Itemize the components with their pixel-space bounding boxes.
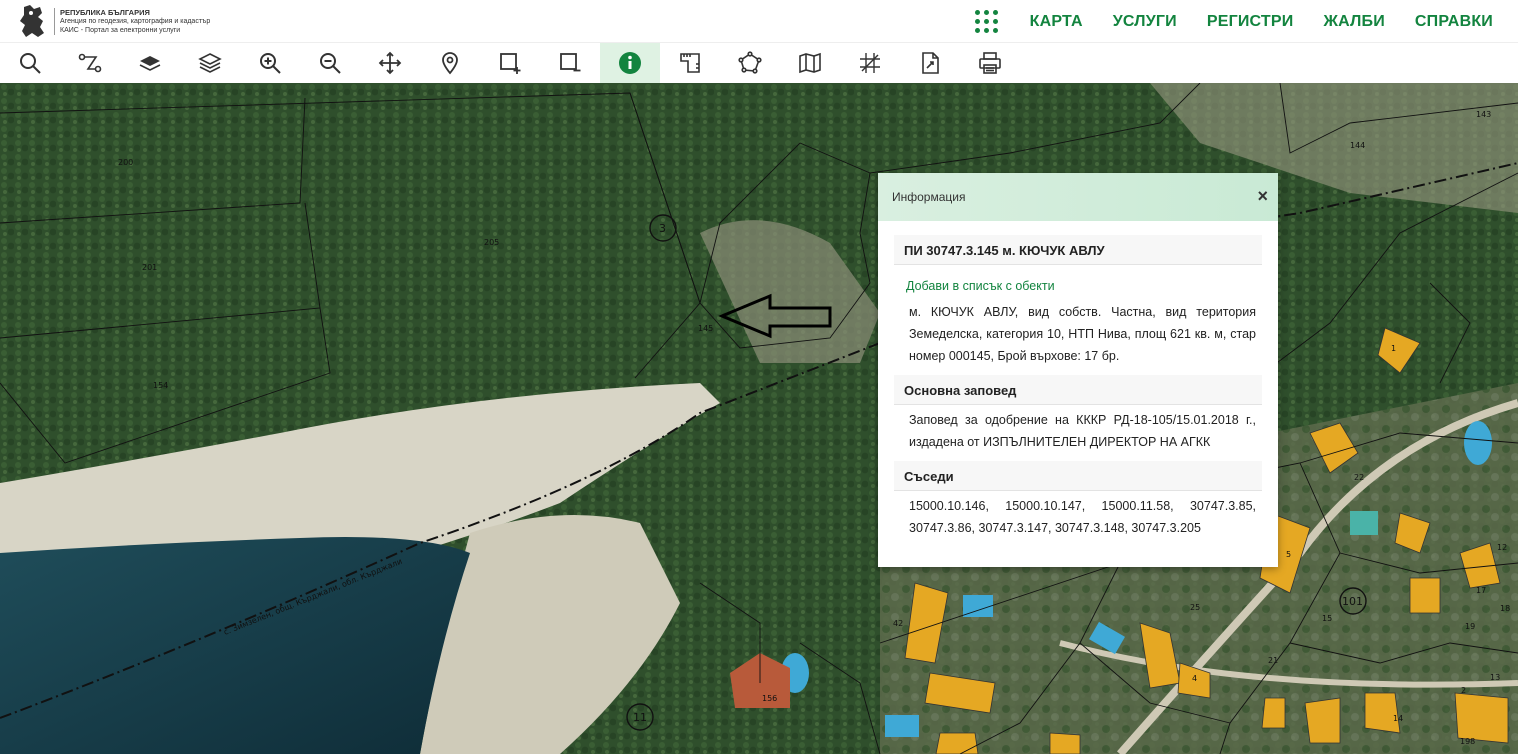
pool: [1464, 421, 1492, 465]
close-icon[interactable]: ×: [1257, 187, 1268, 205]
map-icon: [799, 52, 821, 74]
lion-emblem-icon: [20, 5, 44, 37]
add-to-list-link[interactable]: Добави в списък с обекти: [894, 265, 1262, 297]
apps-grid-icon[interactable]: [974, 9, 999, 34]
parcel-label: 25: [1190, 603, 1200, 612]
parcel-label: 15: [1322, 614, 1332, 623]
pool: [885, 715, 919, 737]
nav-item-services[interactable]: УСЛУГИ: [1113, 13, 1177, 31]
parcel-label: 14: [1393, 714, 1403, 723]
zoom-in-button[interactable]: [240, 43, 300, 83]
parcel-label: 2: [1461, 686, 1466, 695]
measure-icon: [680, 53, 700, 73]
pool: [1350, 511, 1378, 535]
map-toolbar: [0, 43, 1518, 83]
zoom-in-icon: [260, 53, 281, 74]
pan-icon: [378, 51, 402, 75]
print-icon: [979, 52, 1001, 74]
top-header: РЕПУБЛИКА БЪЛГАРИЯ Агенция по геодезия, …: [0, 0, 1518, 43]
nav-item-map[interactable]: КАРТА: [1030, 13, 1083, 31]
parcel-label: 5: [1286, 550, 1291, 559]
parcel-label: 42: [893, 619, 903, 628]
parcel-label: 22: [1354, 473, 1364, 482]
parcel-label: 17: [1476, 586, 1486, 595]
map-canvas[interactable]: 200 201 205 154 145 144 143 3 11 101 156…: [0, 83, 1518, 754]
popup-title: Информация: [892, 190, 966, 204]
order-section-title: Основна заповед: [894, 375, 1262, 405]
select-add-icon: [500, 53, 521, 74]
parcel-label: 154: [153, 381, 168, 390]
parcel-label: 144: [1350, 141, 1365, 150]
order-text: Заповед за одобрение на КККР РД-18-105/1…: [909, 413, 1256, 449]
map-view-button[interactable]: [780, 43, 840, 83]
parcel-title: ПИ 30747.3.145 м. КЮЧУК АВЛУ: [894, 235, 1262, 265]
parcel-label: 145: [698, 324, 713, 333]
select-add-button[interactable]: [480, 43, 540, 83]
main-nav: КАРТА УСЛУГИ РЕГИСТРИ ЖАЛБИ СПРАВКИ: [974, 0, 1508, 43]
parcel-label: 4: [1192, 674, 1197, 683]
pan-button[interactable]: [360, 43, 420, 83]
parcel-label: 18: [1500, 604, 1510, 613]
layers-icon: [198, 53, 222, 73]
parcel-label: 101: [1342, 595, 1363, 608]
location-button[interactable]: [420, 43, 480, 83]
measure-button[interactable]: [660, 43, 720, 83]
info-icon: [619, 52, 641, 74]
parcel-label: 198: [1460, 737, 1475, 746]
print-button[interactable]: [960, 43, 1020, 83]
parcel-label: 19: [1465, 622, 1475, 631]
layers-tool-button[interactable]: [180, 43, 240, 83]
parcel-label: 12: [1497, 543, 1507, 552]
satellite-map: 200 201 205 154 145 144 143 3 11 101 156…: [0, 83, 1518, 754]
reservoir-water: [0, 537, 470, 754]
popup-body: ПИ 30747.3.145 м. КЮЧУК АВЛУ Добави в сп…: [878, 221, 1278, 547]
parcel-label: 1: [1391, 344, 1396, 353]
info-popup: Информация × ПИ 30747.3.145 м. КЮЧУК АВЛ…: [878, 173, 1278, 567]
neighbors-text: 15000.10.146, 15000.10.147, 15000.11.58,…: [909, 499, 1256, 535]
parcel-label: 201: [142, 263, 157, 272]
logo-text: РЕПУБЛИКА БЪЛГАРИЯ Агенция по геодезия, …: [54, 7, 211, 35]
parcel-label: 11: [633, 711, 647, 724]
zoom-out-icon: [320, 53, 341, 74]
logo-line-3: КАИС - Портал за електронни услуги: [60, 26, 181, 34]
agency-logo[interactable]: РЕПУБЛИКА БЪЛГАРИЯ Агенция по геодезия, …: [16, 3, 210, 39]
parcel-label: 143: [1476, 110, 1491, 119]
nav-item-complaints[interactable]: ЖАЛБИ: [1323, 13, 1384, 31]
info-tool-button[interactable]: [600, 43, 660, 83]
zoom-out-button[interactable]: [300, 43, 360, 83]
search-tool-button[interactable]: [0, 43, 60, 83]
select-remove-button[interactable]: [540, 43, 600, 83]
crosshair-grid-icon: [860, 53, 880, 73]
parcel-label: 21: [1268, 656, 1278, 665]
parcel-description: м. КЮЧУК АВЛУ, вид собств. Частна, вид т…: [909, 305, 1256, 363]
route-icon: [78, 53, 102, 73]
export-icon: [922, 52, 939, 74]
polygon-button[interactable]: [720, 43, 780, 83]
select-remove-icon: [560, 53, 581, 72]
popup-header: Информация ×: [878, 173, 1278, 221]
crosshair-grid-button[interactable]: [840, 43, 900, 83]
nav-item-references[interactable]: СПРАВКИ: [1415, 13, 1493, 31]
location-pin-icon: [442, 52, 458, 75]
layer-icon: [139, 56, 161, 71]
parcel-label: 200: [118, 158, 133, 167]
polygon-icon: [738, 51, 762, 74]
nav-item-registers[interactable]: РЕГИСТРИ: [1207, 13, 1294, 31]
parcel-label: 205: [484, 238, 499, 247]
export-button[interactable]: [900, 43, 960, 83]
parcel-label: 13: [1490, 673, 1500, 682]
search-icon: [20, 53, 41, 74]
logo-line-2: Агенция по геодезия, картография и кадас…: [60, 17, 211, 25]
layer-tool-button[interactable]: [120, 43, 180, 83]
parcel-label: 156: [762, 694, 777, 703]
neighbors-section-title: Съседи: [894, 461, 1262, 491]
parcel-label: 3: [659, 222, 666, 235]
logo-line-1: РЕПУБЛИКА БЪЛГАРИЯ: [60, 7, 150, 17]
route-tool-button[interactable]: [60, 43, 120, 83]
